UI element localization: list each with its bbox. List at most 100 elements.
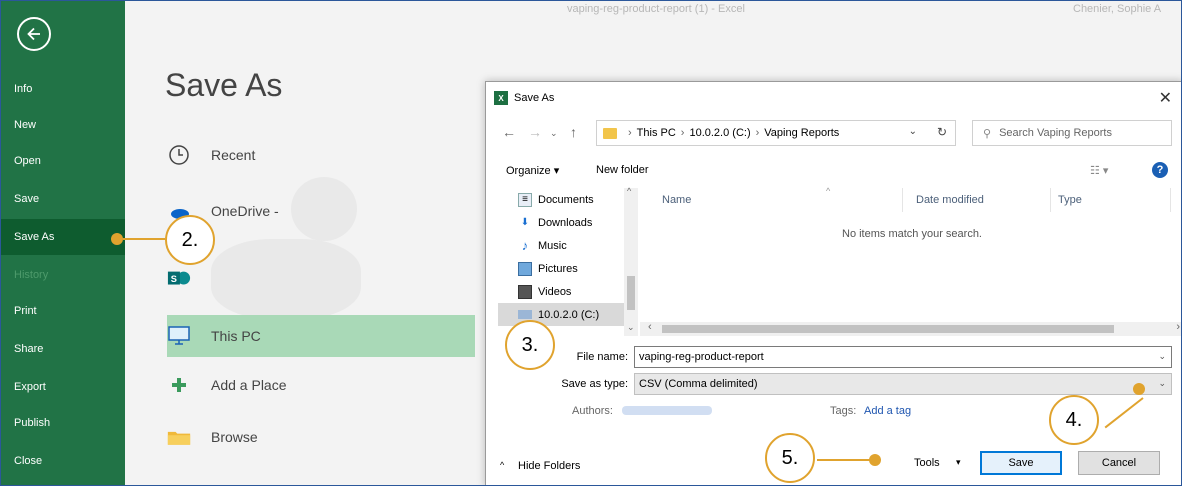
back-arrow-icon[interactable]: ←: [502, 124, 516, 140]
location-label: OneDrive -: [211, 203, 279, 219]
pictures-icon: [518, 261, 532, 276]
scrollbar-thumb[interactable]: [627, 276, 635, 310]
column-name[interactable]: Name: [662, 194, 691, 206]
step-callout-3: 3.: [505, 320, 555, 370]
search-placeholder: Search Vaping Reports: [999, 127, 1112, 139]
chevron-down-icon[interactable]: ⌄: [627, 322, 635, 333]
location-this-pc[interactable]: This PC: [167, 315, 475, 357]
window-title: vaping-reg-product-report (1) - Excel: [567, 3, 745, 15]
tree-item-downloads[interactable]: ⬇ Downloads: [498, 211, 624, 234]
nav-info[interactable]: Info: [1, 71, 125, 107]
documents-icon: ≡: [518, 192, 532, 207]
excel-icon: X: [494, 91, 508, 105]
save-button[interactable]: Save: [980, 451, 1062, 475]
chevron-left-icon[interactable]: ‹: [648, 321, 652, 333]
location-add-place[interactable]: Add a Place: [167, 365, 475, 405]
forward-arrow-icon[interactable]: →: [528, 124, 542, 140]
chevron-right-icon: ›: [680, 127, 685, 139]
organize-button[interactable]: Organize ▾: [506, 164, 559, 177]
tree-item-music[interactable]: ♪ Music: [498, 234, 624, 257]
location-label: Browse: [211, 429, 258, 445]
column-divider[interactable]: [1170, 188, 1171, 212]
file-name-value: vaping-reg-product-report: [639, 351, 764, 363]
chevron-down-icon[interactable]: ⌄: [1158, 351, 1166, 362]
hide-folders-button[interactable]: Hide Folders: [518, 460, 580, 472]
close-icon[interactable]: ✕: [1159, 88, 1172, 108]
folder-tree: ≡ Documents ⬇ Downloads ♪ Music Pictures…: [498, 186, 640, 336]
drive-icon: [518, 310, 532, 319]
folder-icon: [167, 425, 191, 449]
svg-text:S: S: [171, 274, 177, 284]
tree-item-label: Videos: [538, 285, 572, 298]
excel-backstage: Info New Open Save Save As History Print…: [0, 0, 1182, 486]
file-name-row: File name: vaping-reg-product-report ⌄: [486, 346, 1181, 368]
chevron-right-icon[interactable]: ›: [1176, 321, 1180, 333]
nav-save-as[interactable]: Save As: [1, 219, 125, 255]
nav-close[interactable]: Close: [1, 443, 125, 479]
location-label: This PC: [211, 328, 261, 344]
column-date-modified[interactable]: Date modified: [916, 194, 984, 206]
authors-value[interactable]: [622, 406, 712, 415]
column-divider[interactable]: [902, 188, 903, 212]
nav-export[interactable]: Export: [1, 369, 125, 405]
back-button[interactable]: [17, 17, 51, 51]
address-row: ← → ⌄ ↑ › This PC › 10.0.2.0 (C:) › Vapi…: [486, 120, 1181, 148]
nav-publish[interactable]: Publish: [1, 405, 125, 441]
save-type-label: Save as type:: [561, 378, 628, 390]
tree-item-label: Pictures: [538, 262, 578, 275]
help-icon[interactable]: ?: [1152, 162, 1168, 178]
location-label: Recent: [211, 147, 256, 163]
file-name-input[interactable]: vaping-reg-product-report ⌄: [634, 346, 1172, 368]
refresh-icon[interactable]: ↻: [937, 125, 947, 139]
scrollbar-thumb[interactable]: [662, 325, 1114, 333]
empty-list-message: No items match your search.: [842, 228, 982, 240]
step-callout-5: 5.: [765, 433, 815, 483]
tree-item-documents[interactable]: ≡ Documents: [498, 188, 624, 211]
plus-icon: [167, 373, 191, 397]
dialog-footer: ^ Hide Folders Tools ▾ Save Cancel: [486, 448, 1181, 485]
nav-new[interactable]: New: [1, 107, 125, 143]
tree-item-pictures[interactable]: Pictures: [498, 257, 624, 280]
redacted-blur: [291, 177, 357, 241]
column-type[interactable]: Type: [1058, 194, 1082, 206]
nav-save[interactable]: Save: [1, 181, 125, 217]
chevron-down-icon[interactable]: ⌄: [909, 126, 917, 137]
page-title: Save As: [165, 67, 283, 103]
callout-line: [123, 238, 165, 240]
chevron-up-icon[interactable]: ^: [627, 186, 631, 196]
tree-scrollbar[interactable]: ^ ⌄: [624, 186, 638, 336]
nav-print[interactable]: Print: [1, 293, 125, 329]
tree-item-label: 10.0.2.0 (C:): [538, 308, 600, 321]
location-recent[interactable]: Recent: [167, 135, 475, 175]
chevron-down-icon[interactable]: ⌄: [1158, 378, 1166, 389]
save-type-select[interactable]: CSV (Comma delimited) ⌄: [634, 373, 1172, 395]
up-arrow-icon[interactable]: ↑: [570, 124, 577, 140]
nav-open[interactable]: Open: [1, 143, 125, 179]
authors-label: Authors:: [572, 405, 613, 417]
nav-share[interactable]: Share: [1, 331, 125, 367]
horizontal-scrollbar[interactable]: ‹ ›: [640, 321, 1181, 336]
sort-up-icon: ^: [826, 186, 831, 196]
column-divider[interactable]: [1050, 188, 1051, 212]
breadcrumb-drive[interactable]: 10.0.2.0 (C:): [689, 127, 750, 139]
search-input[interactable]: ⚲ Search Vaping Reports: [972, 120, 1172, 146]
backstage-nav: Info New Open Save Save As History Print…: [1, 1, 125, 485]
tree-item-videos[interactable]: Videos: [498, 280, 624, 303]
cancel-button[interactable]: Cancel: [1078, 451, 1160, 475]
step-callout-2: 2.: [165, 215, 215, 265]
new-folder-button[interactable]: New folder: [596, 164, 649, 176]
view-options-icon[interactable]: ☷ ▾: [1090, 164, 1108, 177]
recent-locations-icon[interactable]: ⌄: [550, 128, 558, 139]
location-browse[interactable]: Browse: [167, 417, 475, 457]
dialog-title: Save As: [514, 92, 555, 104]
address-bar[interactable]: › This PC › 10.0.2.0 (C:) › Vaping Repor…: [596, 120, 956, 146]
file-list-header: Name ^ Date modified Type: [640, 186, 1181, 212]
breadcrumb-folder[interactable]: Vaping Reports: [764, 127, 839, 139]
chevron-down-icon[interactable]: ▾: [956, 457, 961, 468]
breadcrumb-this-pc[interactable]: This PC: [637, 127, 676, 139]
clock-icon: [167, 143, 191, 167]
chevron-up-icon[interactable]: ^: [500, 460, 504, 470]
tools-button[interactable]: Tools: [914, 457, 940, 469]
tags-input[interactable]: Add a tag: [864, 405, 911, 417]
chevron-right-icon: ›: [628, 127, 632, 139]
